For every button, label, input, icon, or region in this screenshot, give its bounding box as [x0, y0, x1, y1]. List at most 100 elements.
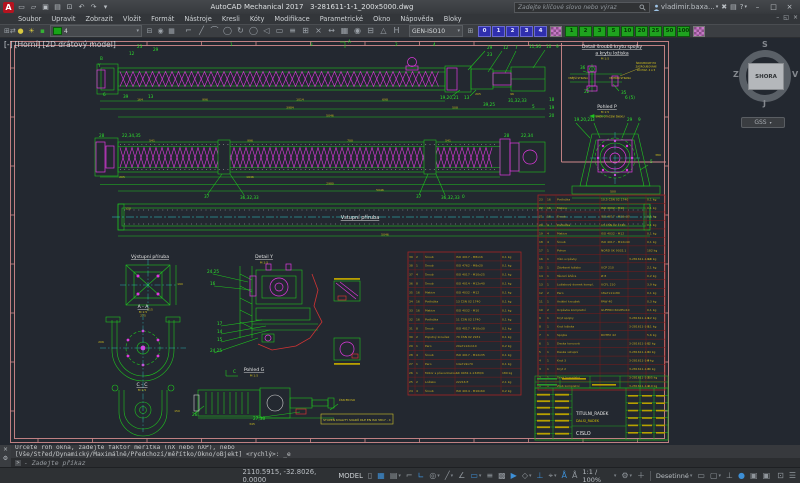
- draw-tool-icon-12[interactable]: ▦: [339, 26, 350, 36]
- scale-button-2[interactable]: 2: [579, 26, 592, 37]
- appstore-icon[interactable]: ▤: [730, 3, 737, 11]
- qat-icon-3[interactable]: ▤: [53, 3, 62, 11]
- cycling-icon[interactable]: ▶: [511, 471, 517, 480]
- doc-minimize-button[interactable]: –: [776, 14, 779, 21]
- a360-icon[interactable]: ✖: [721, 3, 727, 11]
- dimstyle-dropdown[interactable]: GEN-ISO10 ▾: [409, 25, 463, 37]
- angle-icon[interactable]: ∠: [458, 471, 465, 480]
- menu-kresli[interactable]: Kresli: [222, 15, 240, 23]
- draw-tool-icon-15[interactable]: △: [378, 26, 389, 36]
- customize-icon[interactable]: ☰: [789, 471, 796, 480]
- menu-soubor[interactable]: Soubor: [18, 15, 41, 23]
- viewcube-south[interactable]: J: [763, 99, 766, 108]
- drawing-canvas[interactable]: [-] [Horní] [2D drátový model]: [0, 38, 800, 445]
- command-close-icon[interactable]: ×: [3, 446, 8, 453]
- infer-icon[interactable]: ⌐: [406, 471, 413, 480]
- settings-gear-icon[interactable]: ⚙▾: [621, 471, 632, 480]
- draw-tool-icon-4[interactable]: ↻: [235, 26, 246, 36]
- hw-accel-icon[interactable]: ●: [738, 471, 745, 480]
- menu-zobrazit[interactable]: Zobrazit: [85, 15, 112, 23]
- autoscale-icon[interactable]: Å: [572, 471, 577, 480]
- scale-tool-icon[interactable]: ⊞: [466, 26, 475, 36]
- draw-tool-icon-9[interactable]: ⊞: [300, 26, 311, 36]
- layer-util-icon-0[interactable]: ⊟: [145, 26, 154, 36]
- grid-icon[interactable]: ▦: [377, 471, 385, 480]
- menu-nástroje[interactable]: Nástroje: [184, 15, 211, 23]
- search-icon[interactable]: [639, 4, 646, 11]
- isolate-icon[interactable]: ⊥: [726, 471, 733, 480]
- draw-tool-icon-6[interactable]: ◁: [261, 26, 272, 36]
- isodraft-icon[interactable]: ╱▾: [445, 471, 453, 480]
- transparency-icon[interactable]: ▩: [498, 471, 506, 480]
- viewcube-face[interactable]: SHORA: [748, 63, 784, 90]
- scale-button-5[interactable]: 5: [607, 26, 620, 37]
- help-icon[interactable]: ?▾: [740, 3, 747, 11]
- command-input[interactable]: > - Zadejte příkaz: [11, 458, 800, 467]
- layer-util-icon-2[interactable]: ▦: [167, 26, 176, 36]
- layer-tool-icon-1[interactable]: ⇄: [10, 27, 16, 35]
- menu-okno[interactable]: Okno: [373, 15, 390, 23]
- draw-tool-icon-16[interactable]: H: [391, 26, 402, 36]
- layer-dropdown[interactable]: 4 ▾: [50, 25, 142, 37]
- scale-button-3[interactable]: 3: [520, 26, 533, 37]
- scale-button-0[interactable]: 0: [478, 26, 491, 37]
- scale-button-1[interactable]: 1: [565, 26, 578, 37]
- viewcube-west[interactable]: Z: [733, 70, 739, 79]
- menu-formát[interactable]: Formát: [151, 15, 174, 23]
- signin-control[interactable]: vladimir.baxa... ▾: [653, 3, 718, 11]
- clean-screen-icon[interactable]: ⊡: [777, 471, 784, 480]
- scale-button-1[interactable]: 1: [492, 26, 505, 37]
- osnap3d-icon[interactable]: ◇▾: [522, 471, 532, 480]
- viewcube-north[interactable]: S: [762, 40, 768, 49]
- draw-tool-icon-10[interactable]: ×: [313, 26, 324, 36]
- menu-modifikace[interactable]: Modifikace: [274, 15, 309, 23]
- tray-icon[interactable]: ▭: [697, 471, 705, 480]
- draw-tool-icon-0[interactable]: ⌐: [183, 26, 194, 36]
- maximize-button[interactable]: □: [766, 2, 781, 13]
- scale-button-50[interactable]: 50: [663, 26, 676, 37]
- units-button[interactable]: Desetinné▾: [656, 472, 693, 480]
- qat-icon-7[interactable]: ▾: [101, 3, 110, 11]
- doc-restore-button[interactable]: ◱: [783, 14, 789, 21]
- menu-bloky[interactable]: Bloky: [444, 15, 462, 23]
- menu-parametrické[interactable]: Parametrické: [320, 15, 363, 23]
- doc-close-button[interactable]: ×: [793, 14, 798, 21]
- scale-pattern-icon-2[interactable]: [693, 26, 705, 37]
- qat-icon-2[interactable]: ▣: [41, 3, 50, 11]
- layer-state-icon-2[interactable]: ▪: [38, 26, 47, 36]
- scale-button-4[interactable]: 4: [534, 26, 547, 37]
- draw-tool-icon-11[interactable]: ↔: [326, 26, 337, 36]
- ucs-button[interactable]: GSS ▾: [741, 117, 785, 128]
- viewport-visual-style[interactable]: [2D drátový model]: [42, 40, 115, 49]
- annovis-icon[interactable]: Å: [562, 471, 567, 480]
- model-space-button[interactable]: MODEL: [338, 472, 363, 480]
- command-history[interactable]: Určete roh okna, zadejte faktor měřítka …: [11, 445, 800, 458]
- paper-icon[interactable]: ▯: [368, 471, 372, 480]
- minimize-button[interactable]: –: [750, 2, 765, 13]
- dyninput-icon[interactable]: ⌖▾: [548, 471, 556, 481]
- layer-util-icon-1[interactable]: ◉: [156, 26, 165, 36]
- ortho-icon[interactable]: ∟: [418, 471, 425, 480]
- snap-icon[interactable]: ▤▾: [390, 471, 401, 480]
- qat-icon-0[interactable]: ▭: [17, 3, 26, 11]
- scale-pattern-icon-1[interactable]: [550, 26, 562, 37]
- menu-upravit[interactable]: Upravit: [51, 15, 75, 23]
- draw-tool-icon-2[interactable]: ⌒: [209, 26, 220, 36]
- qat-icon-4[interactable]: ⊡: [65, 3, 74, 11]
- draw-tool-icon-3[interactable]: ◯: [222, 26, 233, 36]
- viewport-controls[interactable]: [-]: [4, 40, 13, 49]
- command-tools-icon[interactable]: ⚙: [3, 455, 8, 462]
- menu-vložit[interactable]: Vložit: [123, 15, 141, 23]
- annotation-scale-button[interactable]: 1:1 / 100%▾: [582, 468, 616, 483]
- viewport-view[interactable]: [Horní]: [15, 40, 41, 49]
- dynucs-icon[interactable]: ⊥: [537, 471, 544, 480]
- draw-tool-icon-8[interactable]: ≡: [287, 26, 298, 36]
- add-scale-icon[interactable]: ＋: [637, 470, 645, 481]
- draw-tool-icon-5[interactable]: ◯: [248, 26, 259, 36]
- menu-nápověda[interactable]: Nápověda: [400, 15, 433, 23]
- scale-button-2[interactable]: 2: [506, 26, 519, 37]
- scale-button-25[interactable]: 25: [649, 26, 662, 37]
- draw-tool-icon-13[interactable]: ◉: [352, 26, 363, 36]
- infocenter-search[interactable]: Zadejte klíčové slovo nebo výraz: [514, 2, 650, 13]
- scale-button-20[interactable]: 20: [635, 26, 648, 37]
